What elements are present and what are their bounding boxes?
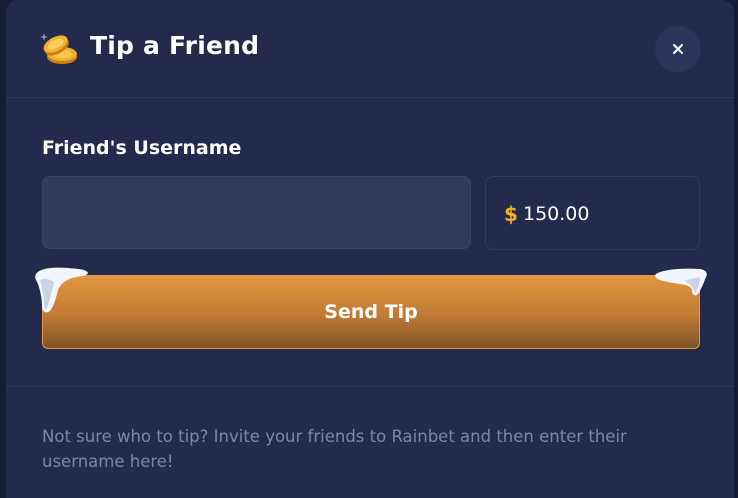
coins-icon	[40, 30, 80, 66]
snow-decoration-right-icon	[654, 268, 708, 298]
send-tip-label: Send Tip	[324, 301, 418, 323]
send-tip-button[interactable]: Send Tip	[42, 275, 700, 349]
tip-amount-field[interactable]: $ 150.00	[485, 176, 700, 250]
username-label: Friend's Username	[42, 137, 242, 159]
dollar-icon: $	[504, 202, 518, 226]
tip-amount-value: 150.00	[523, 203, 590, 225]
footer-divider	[6, 386, 734, 387]
modal-header: Tip a Friend	[6, 0, 734, 98]
modal-title: Tip a Friend	[90, 31, 260, 60]
invite-hint-text: Not sure who to tip? Invite your friends…	[42, 427, 627, 471]
tip-modal: Tip a Friend Friend's Username $ 150.00 …	[6, 0, 734, 498]
snow-decoration-left-icon	[34, 266, 90, 316]
close-icon	[673, 44, 683, 54]
username-input[interactable]	[42, 176, 471, 249]
close-button[interactable]	[655, 26, 701, 72]
